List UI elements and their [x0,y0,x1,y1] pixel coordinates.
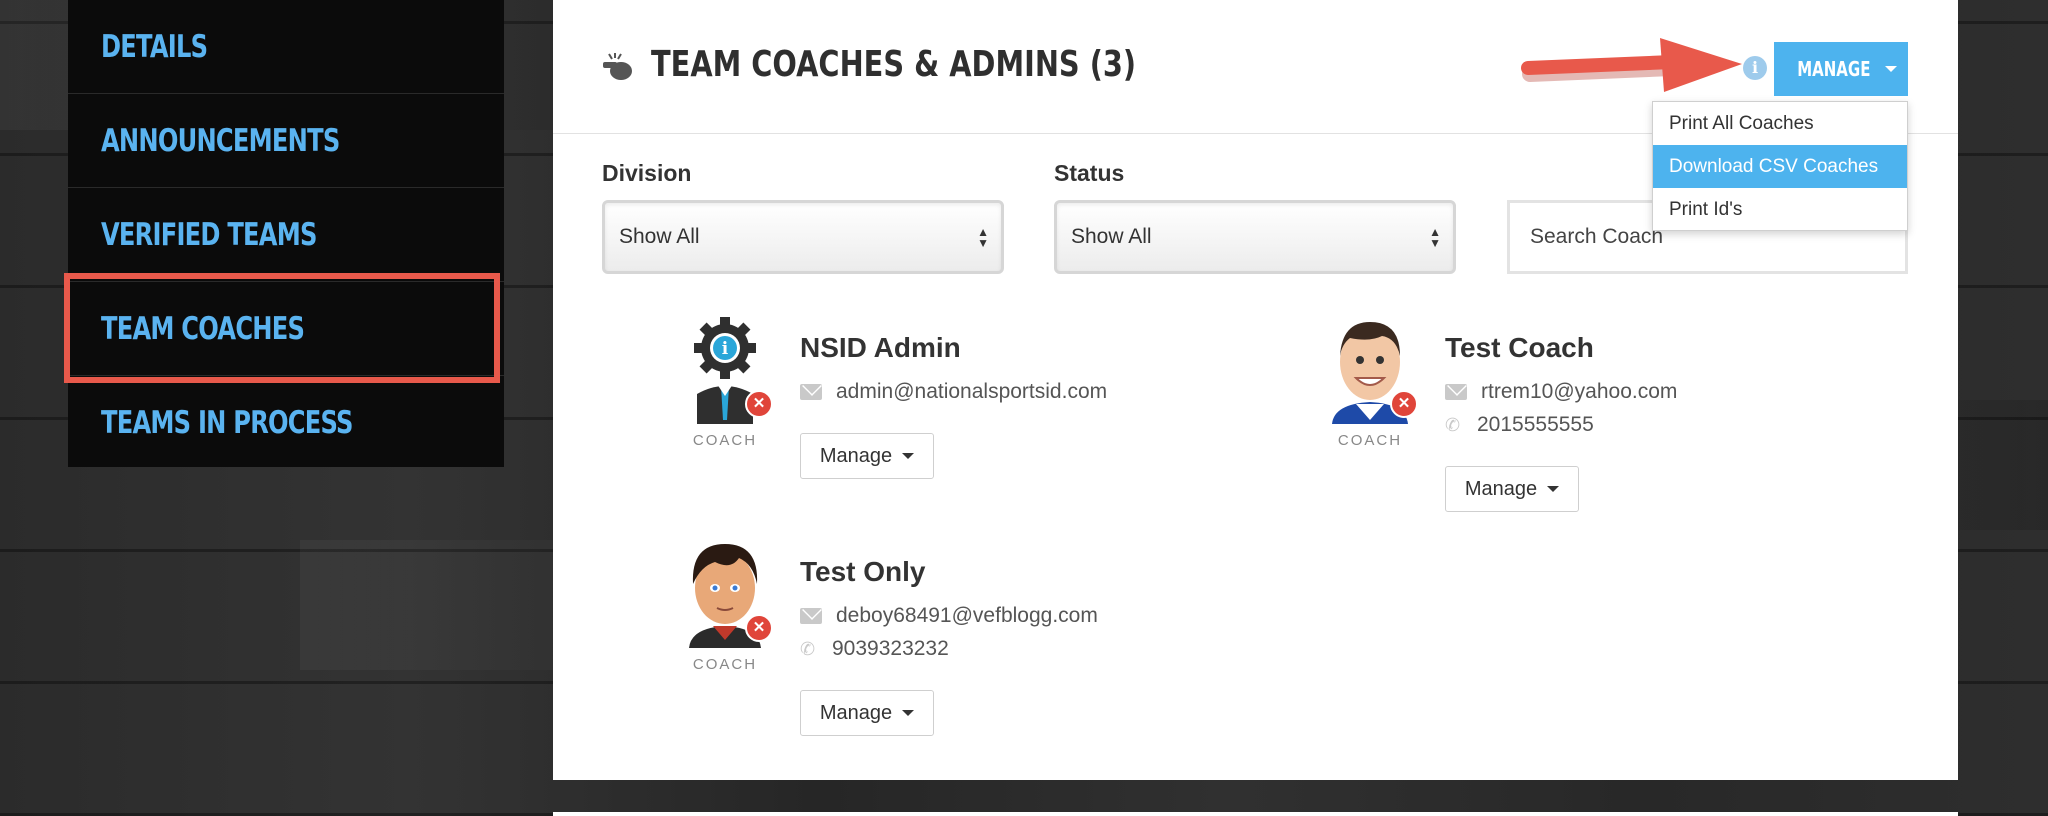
coach-phone-row: ✆ 9039323232 [800,637,949,661]
select-arrows-icon: ▲ ▼ [1429,225,1441,250]
division-select-value: Show All [619,225,700,248]
chevron-down-icon [1547,486,1560,492]
coach-card: ✕ COACH Test Coach rtrem10@yahoo.com ✆ 2… [1320,316,1800,516]
annotation-arrow-icon [1521,38,1742,92]
coach-email-row: deboy68491@vefblogg.com [800,604,1098,628]
menu-item-print-all-coaches[interactable]: Print All Coaches [1653,102,1907,145]
coach-phone: 9039323232 [832,637,949,660]
coach-manage-button[interactable]: Manage [1445,466,1579,512]
coaches-panel: TEAM COACHES & ADMINS (3) i MANAGE Divis… [553,0,1958,780]
coach-email-row: rtrem10@yahoo.com [1445,380,1677,404]
division-label: Division [602,160,692,186]
status-label: Status [1054,160,1125,186]
sidebar-item-teams-in-process[interactable]: TEAMS IN PROCESS [68,376,504,470]
sidebar-item-announcements[interactable]: ANNOUNCEMENTS [68,94,504,188]
page-title: TEAM COACHES & ADMINS (3) [651,44,1137,85]
panel-bottom-edge [553,812,1958,816]
whistle-icon [603,53,632,80]
phone-icon: ✆ [1445,415,1461,435]
annotation-highlight-box [64,273,500,383]
chevron-down-icon [1884,66,1897,72]
coach-manage-button[interactable]: Manage [800,433,934,479]
coach-name: Test Only [800,556,926,587]
coach-phone-row: ✆ 2015555555 [1445,413,1594,437]
phone-icon: ✆ [800,639,816,659]
envelope-icon [1445,384,1467,400]
coach-email: rtrem10@yahoo.com [1481,380,1678,403]
sidebar-item-verified-teams[interactable]: VERIFIED TEAMS [68,188,504,282]
coach-phone: 2015555555 [1477,413,1594,436]
sidebar: DETAILS ANNOUNCEMENTS VERIFIED TEAMS TEA… [68,0,504,467]
role-label: COACH [692,656,758,673]
coach-email: admin@nationalsportsid.com [836,380,1108,403]
coach-manage-button[interactable]: Manage [800,690,934,736]
manage-dropdown-menu: Print All Coaches Download CSV Coaches P… [1652,101,1908,231]
role-label: COACH [1337,432,1403,449]
role-label: COACH [692,432,758,449]
remove-coach-icon[interactable]: ✕ [745,390,773,418]
manage-dropdown-button[interactable]: MANAGE [1774,42,1908,96]
coach-name: NSID Admin [800,332,961,363]
svg-text:i: i [722,339,729,359]
info-icon[interactable]: i [1743,56,1767,80]
division-select[interactable]: Show All ▲ ▼ [602,200,1004,274]
coach-email-row: admin@nationalsportsid.com [800,380,1107,404]
chevron-down-icon [902,710,915,716]
remove-coach-icon[interactable]: ✕ [1390,390,1418,418]
coach-name: Test Coach [1445,332,1594,363]
coach-card: ✕ COACH Test Only deboy68491@vefblogg.co… [675,540,1155,740]
coach-card: i ✕ COACH NSID Admin admin@nationalsport… [675,316,1155,486]
menu-item-download-csv-coaches[interactable]: Download CSV Coaches [1653,145,1907,188]
menu-item-print-ids[interactable]: Print Id's [1653,188,1907,231]
status-select[interactable]: Show All ▲ ▼ [1054,200,1456,274]
coach-email: deboy68491@vefblogg.com [836,604,1098,627]
select-arrows-icon: ▲ ▼ [977,225,989,250]
envelope-icon [800,384,822,400]
envelope-icon [800,608,822,624]
status-select-value: Show All [1071,225,1152,248]
chevron-down-icon [902,453,915,459]
remove-coach-icon[interactable]: ✕ [745,614,773,642]
sidebar-item-details[interactable]: DETAILS [68,0,504,94]
